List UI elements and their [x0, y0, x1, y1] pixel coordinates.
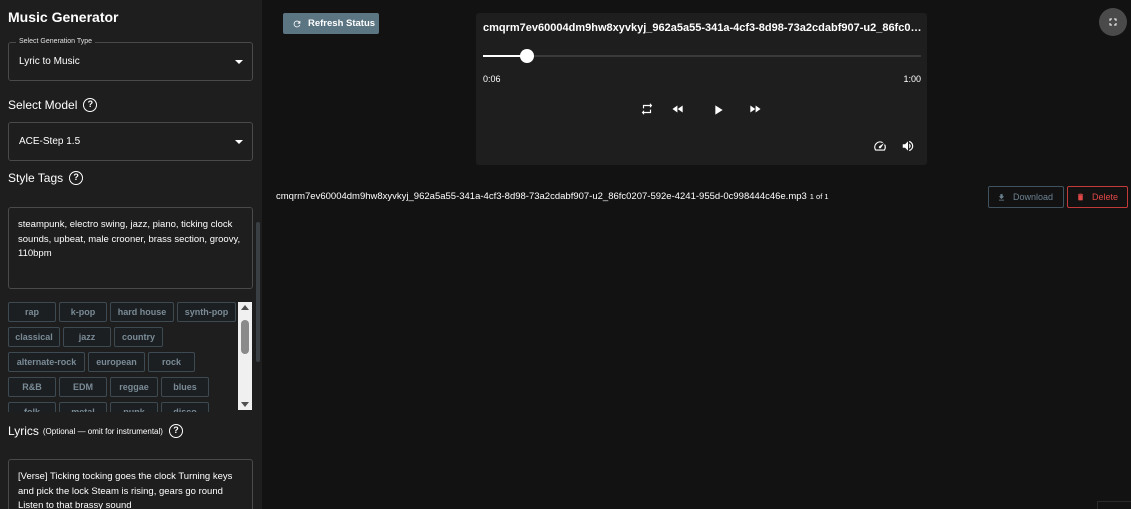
fast-forward-icon[interactable] [748, 102, 762, 120]
tag-chip[interactable]: synth-pop [177, 302, 236, 322]
tag-chip[interactable]: R&B [8, 377, 56, 397]
generation-type-select[interactable]: Select Generation Type Lyric to Music [8, 37, 253, 81]
tag-chip[interactable]: blues [161, 377, 209, 397]
trash-icon [1077, 193, 1084, 201]
chevron-down-icon [235, 60, 243, 64]
tag-chip[interactable]: alternate-rock [8, 352, 85, 372]
help-icon[interactable]: ? [69, 171, 84, 185]
model-label: Select Model [8, 98, 78, 112]
tag-chip[interactable]: punk [110, 402, 158, 412]
progress-slider[interactable] [483, 49, 921, 63]
tag-list-scrollbar[interactable] [238, 302, 252, 410]
download-label: Download [1013, 192, 1054, 202]
player-title: cmqrm7ev60004dm9hw8xyvkyj_962a5a55-341a-… [483, 22, 923, 34]
generation-type-legend: Select Generation Type [16, 37, 96, 47]
tag-chip[interactable]: country [114, 327, 163, 347]
lyrics-section-label: Lyrics (Optional — omit for instrumental… [8, 424, 183, 438]
tag-chip[interactable]: classical [8, 327, 60, 347]
scroll-thumb[interactable] [241, 320, 249, 354]
tag-chip[interactable]: reggae [110, 377, 158, 397]
tag-chip[interactable]: jazz [63, 327, 111, 347]
generation-type-value: Lyric to Music [19, 56, 80, 67]
current-time: 0:06 [483, 74, 501, 84]
fullscreen-icon [1109, 18, 1117, 26]
speed-icon[interactable] [873, 139, 887, 157]
tag-chip[interactable]: EDM [59, 377, 107, 397]
chevron-down-icon [235, 140, 243, 144]
model-section-label: Select Model ? [8, 98, 98, 112]
tag-chip[interactable]: european [88, 352, 145, 372]
audio-player: cmqrm7ev60004dm9hw8xyvkyj_962a5a55-341a-… [476, 13, 927, 165]
duration: 1:00 [903, 74, 921, 84]
progress-thumb[interactable] [519, 49, 534, 63]
tag-chip[interactable]: hard house [110, 302, 174, 322]
tag-chip[interactable]: metal [59, 402, 107, 412]
tag-chip[interactable]: rock [148, 352, 195, 372]
rewind-icon[interactable] [671, 102, 685, 120]
delete-label: Delete [1092, 192, 1119, 202]
tag-chip[interactable]: disco [161, 402, 209, 412]
lyrics-textarea[interactable]: [Verse] Ticking tocking goes the clock T… [8, 459, 253, 509]
tag-chip[interactable]: rap [8, 302, 56, 322]
file-name: cmqrm7ev60004dm9hw8xyvkyj_962a5a55-341a-… [276, 191, 829, 202]
sidebar-scrollbar[interactable] [256, 222, 260, 362]
download-icon [998, 193, 1005, 200]
sidebar: Music Generator Select Generation Type L… [0, 0, 262, 509]
style-tags-label: Style Tags [8, 171, 64, 185]
tag-chip[interactable]: folk [8, 402, 56, 412]
help-icon[interactable]: ? [168, 424, 183, 438]
panel-corner [1097, 501, 1131, 509]
repeat-icon[interactable] [640, 102, 654, 120]
volume-icon[interactable] [901, 139, 915, 157]
scroll-up-arrow-icon[interactable] [241, 305, 249, 310]
refresh-status-button[interactable]: Refresh Status [283, 13, 379, 34]
delete-button[interactable]: Delete [1067, 186, 1128, 208]
refresh-status-label: Refresh Status [308, 18, 376, 29]
style-tags-textarea[interactable]: steampunk, electro swing, jazz, piano, t… [8, 207, 253, 289]
main-panel: Refresh Status cmqrm7ev60004dm9hw8xyvkyj… [270, 0, 1131, 509]
play-icon[interactable] [710, 102, 726, 122]
model-value: ACE-Step 1.5 [19, 136, 81, 147]
help-icon[interactable]: ? [83, 98, 98, 112]
model-select[interactable]: ACE-Step 1.5 [8, 122, 253, 161]
tag-chip[interactable]: k-pop [59, 302, 107, 322]
download-button[interactable]: Download [988, 186, 1064, 208]
fullscreen-button[interactable] [1099, 8, 1127, 36]
app-title: Music Generator [8, 9, 119, 25]
scroll-down-arrow-icon[interactable] [241, 402, 249, 407]
lyrics-label: Lyrics [8, 424, 39, 438]
file-name-text: cmqrm7ev60004dm9hw8xyvkyj_962a5a55-341a-… [276, 191, 807, 202]
refresh-icon [293, 20, 301, 27]
file-count: 1 of 1 [809, 192, 829, 201]
tag-list: rap k-pop hard house synth-pop classical… [8, 300, 253, 412]
style-tags-section-label: Style Tags ? [8, 171, 84, 185]
lyrics-sublabel: (Optional — omit for instrumental) [42, 426, 163, 436]
